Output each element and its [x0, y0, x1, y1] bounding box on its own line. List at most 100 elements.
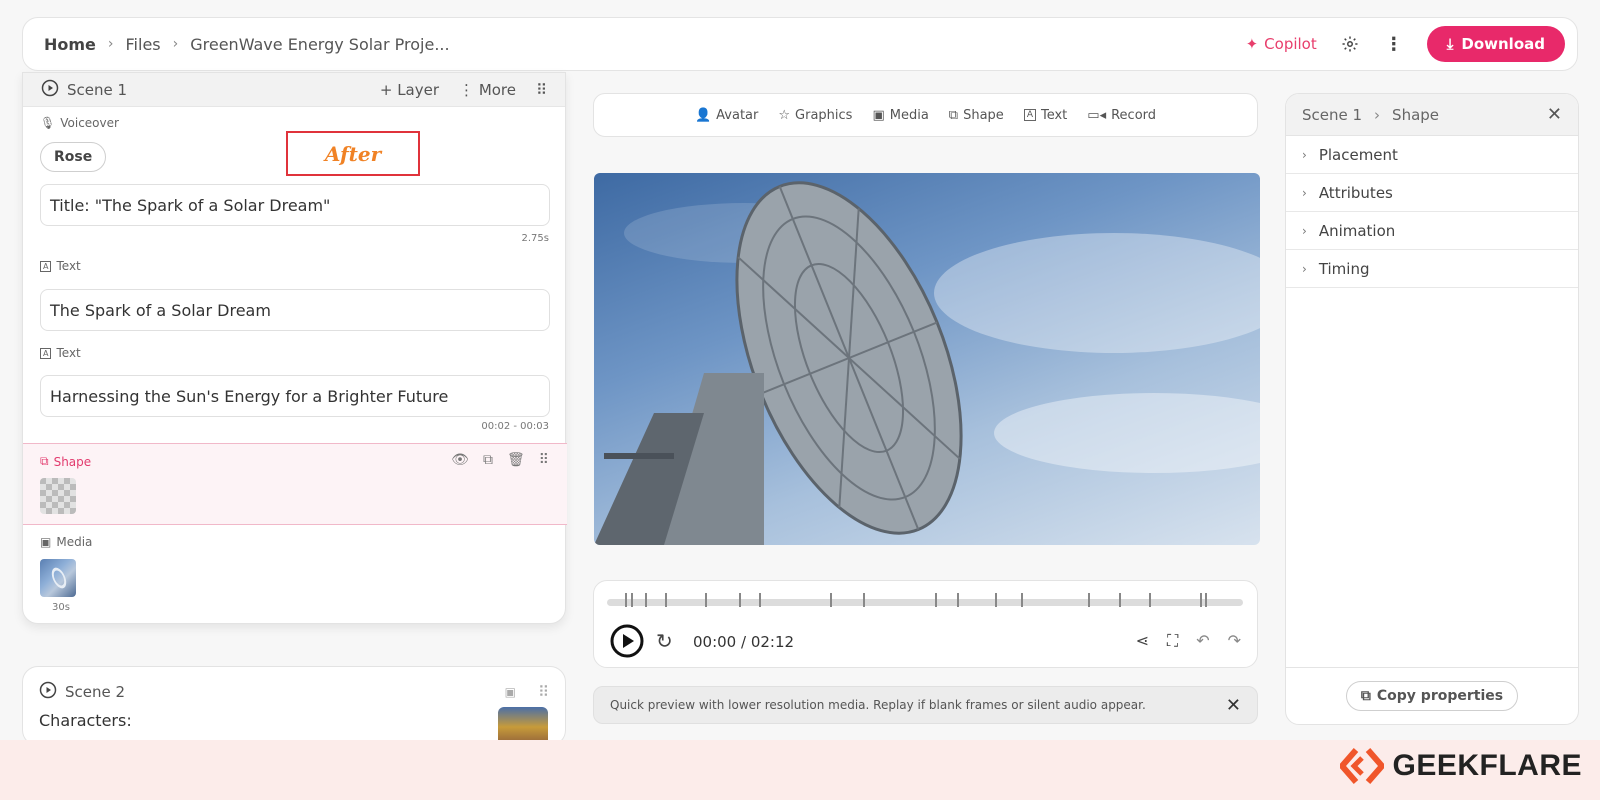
toolbar-graphics[interactable]: ☆ Graphics	[778, 108, 852, 123]
timeline-scene-marker[interactable]	[759, 593, 761, 607]
share-icon[interactable]: ⋖	[1136, 631, 1149, 651]
eye-icon[interactable]: 👁	[451, 452, 469, 468]
timeline-scene-marker[interactable]	[631, 593, 633, 607]
voice-selector[interactable]: Rose	[40, 142, 107, 172]
shape-thumbnail[interactable]	[40, 478, 76, 514]
timeline-scene-marker[interactable]	[625, 593, 627, 607]
toolbar-avatar[interactable]: 👤 Avatar	[695, 108, 758, 123]
text-label: Text	[1040, 107, 1068, 123]
text2-timing: 00:02 - 00:03	[481, 421, 549, 432]
download-label: Download	[1461, 35, 1545, 53]
copy-properties-button[interactable]: ⧉ Copy properties	[1345, 681, 1519, 711]
gear-icon[interactable]	[1339, 33, 1361, 55]
add-layer-button[interactable]: + Layer	[380, 81, 439, 99]
timeline-scene-marker[interactable]	[1149, 593, 1151, 607]
toolbar-record[interactable]: ▭◂ Record	[1087, 108, 1156, 123]
redo-icon[interactable]: ↷	[1228, 631, 1241, 651]
play-circle-icon[interactable]	[41, 79, 59, 101]
media-section-label: ▣ Media	[40, 535, 92, 549]
timeline-scrubber[interactable]	[607, 593, 1243, 607]
drag-handle-icon[interactable]: ⠿	[539, 452, 549, 468]
text2-field[interactable]: Harnessing the Sun's Energy for a Bright…	[40, 375, 550, 417]
replay-icon[interactable]: ↻	[656, 629, 673, 653]
banner-text: Quick preview with lower resolution medi…	[610, 698, 1146, 712]
drag-handle-icon[interactable]: ⠿	[536, 81, 547, 99]
timeline-scene-marker[interactable]	[935, 593, 937, 607]
timeline-scene-marker[interactable]	[665, 593, 667, 607]
duplicate-icon[interactable]: ⧉	[483, 452, 493, 468]
chevron-right-icon: ›	[1374, 105, 1381, 124]
shape-layer[interactable]: ⧉ Shape 👁 ⧉ 🗑 ⠿	[23, 443, 567, 525]
section-timing[interactable]: › Timing	[1286, 250, 1578, 288]
close-icon[interactable]: ✕	[1547, 104, 1562, 125]
more-label: More	[478, 80, 516, 99]
brand-logo: GEEKFLARE	[1340, 748, 1582, 784]
shape-icon: ⧉	[40, 454, 49, 468]
more-vertical-icon[interactable]: ⋮	[1383, 33, 1405, 55]
scene-2-card[interactable]: Scene 2 ▣ ⠿ Characters:	[22, 666, 566, 747]
toolbar-media[interactable]: ▣ Media	[872, 108, 928, 123]
timeline-scene-marker[interactable]	[739, 593, 741, 607]
timeline-scene-marker[interactable]	[995, 593, 997, 607]
timeline-scene-marker[interactable]	[830, 593, 832, 607]
section-attributes[interactable]: › Attributes	[1286, 174, 1578, 212]
shape-icon: ⧉	[948, 107, 959, 123]
chevron-right-icon: ›	[1302, 223, 1307, 238]
fullscreen-icon[interactable]: ⛶	[1167, 631, 1178, 651]
text-section-label-2: A Text	[40, 346, 81, 360]
media-duration: 30s	[52, 602, 70, 613]
text-box-icon: A	[1023, 109, 1036, 121]
time-display: 00:00 / 02:12	[693, 633, 795, 651]
animation-label: Animation	[1318, 221, 1396, 240]
insert-toolbar: 👤 Avatar ☆ Graphics ▣ Media ⧉ Shape A Text ▭◂…	[593, 93, 1258, 137]
avatar-label: Avatar	[716, 107, 759, 123]
media-thumbnail[interactable]	[40, 559, 76, 597]
voiceover-duration: 2.75s	[521, 233, 549, 244]
trash-icon[interactable]: 🗑	[507, 452, 525, 468]
properties-footer: ⧉ Copy properties	[1286, 667, 1578, 724]
timeline-scene-marker[interactable]	[863, 593, 865, 607]
chevron-right-icon: ›	[1302, 261, 1307, 276]
download-button[interactable]: ⤓ Download	[1426, 26, 1565, 62]
toolbar-shape[interactable]: ⧉ Shape	[949, 108, 1004, 123]
scene-title: Scene 1	[67, 80, 128, 99]
toolbar-text[interactable]: A Text	[1023, 107, 1068, 123]
chevron-right-icon: ›	[172, 36, 179, 52]
chevron-right-icon: ›	[1302, 185, 1307, 200]
section-animation[interactable]: › Animation	[1286, 212, 1578, 250]
copilot-label: Copilot	[1264, 35, 1317, 53]
attributes-label: Attributes	[1318, 183, 1393, 202]
shape-section-label: ⧉ Shape	[40, 454, 91, 469]
text-box-icon: A	[40, 260, 52, 272]
section-placement[interactable]: › Placement	[1286, 136, 1578, 174]
copilot-button[interactable]: ✦ Copilot	[1246, 35, 1317, 53]
media-label: Media	[889, 107, 929, 123]
text1-field[interactable]: The Spark of a Solar Dream	[40, 289, 550, 331]
play-circle-icon[interactable]	[39, 681, 57, 703]
timeline-scene-marker[interactable]	[1088, 593, 1090, 607]
placement-label: Placement	[1318, 145, 1398, 164]
timeline-scene-marker[interactable]	[1200, 593, 1202, 607]
properties-crumb-scene[interactable]: Scene 1	[1302, 106, 1362, 124]
undo-icon[interactable]: ↶	[1196, 631, 1209, 651]
more-button[interactable]: ⋮ More	[459, 81, 516, 99]
play-button[interactable]	[610, 624, 644, 662]
timeline-scene-marker[interactable]	[957, 593, 959, 607]
microphone-icon: 🎙	[40, 116, 56, 130]
video-preview[interactable]	[594, 173, 1260, 545]
close-icon[interactable]: ✕	[1226, 695, 1241, 716]
voiceover-text-field[interactable]: Title: "The Spark of a Solar Dream"	[40, 184, 550, 226]
breadcrumb-home[interactable]: Home	[44, 35, 96, 54]
download-icon: ⤓	[1446, 35, 1454, 53]
shape-label: Shape	[963, 107, 1004, 123]
drag-handle-icon[interactable]: ⠿	[538, 683, 549, 701]
image-icon[interactable]: ▣	[505, 685, 516, 699]
timeline-scene-marker[interactable]	[1205, 593, 1207, 607]
timeline-scene-marker[interactable]	[1119, 593, 1121, 607]
timing-label: Timing	[1318, 259, 1370, 278]
timeline-scene-marker[interactable]	[645, 593, 647, 607]
breadcrumb-project[interactable]: GreenWave Energy Solar Proje...	[190, 35, 449, 54]
timeline-scene-marker[interactable]	[1021, 593, 1023, 607]
timeline-scene-marker[interactable]	[705, 593, 707, 607]
breadcrumb-files[interactable]: Files	[126, 35, 161, 54]
